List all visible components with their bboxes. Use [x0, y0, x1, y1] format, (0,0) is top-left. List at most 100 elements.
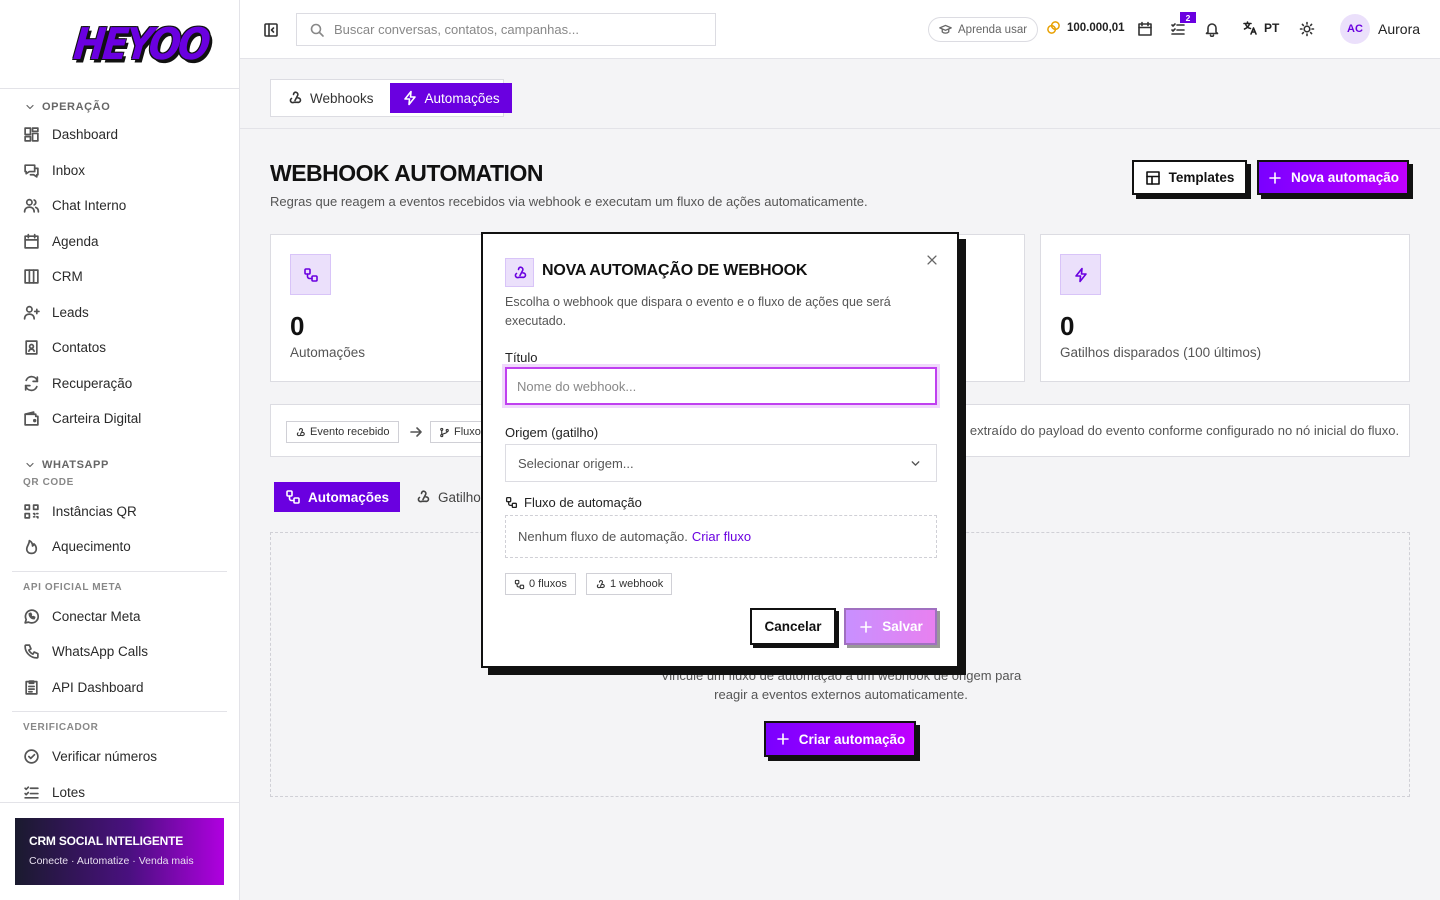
search-box[interactable] [296, 13, 716, 46]
translate-icon [1243, 21, 1257, 35]
tasks-badge: 2 [1180, 12, 1196, 23]
save-button[interactable]: Salvar [844, 608, 937, 645]
create-automation-label: Criar automação [798, 731, 906, 747]
sidebar-item-instancias-qr[interactable]: Instâncias QR [12, 494, 227, 530]
sidebar-item-lotes[interactable]: Lotes [12, 775, 227, 804]
page-subtitle: Regras que reagem a eventos recebidos vi… [270, 194, 868, 209]
stat-icon-box [290, 254, 331, 295]
stat-value: 0 [1060, 311, 1075, 341]
templates-label: Templates [1168, 170, 1235, 185]
coins-balance[interactable]: 100.000,01 [1046, 20, 1125, 35]
origin-select[interactable]: Selecionar origem... [505, 444, 937, 482]
qr-code-icon [24, 504, 39, 519]
inner-tab-label: Automações [308, 489, 390, 505]
search-input[interactable] [334, 22, 694, 37]
sidebar-item-aquecimento[interactable]: Aquecimento [12, 529, 227, 565]
sidebar-item-contatos[interactable]: Contatos [12, 330, 227, 366]
sidebar-item-recuperacao[interactable]: Recuperação [12, 366, 227, 402]
avatar[interactable]: AC [1340, 14, 1370, 44]
graduation-cap-icon [939, 24, 952, 34]
chevron-down-icon [26, 462, 34, 467]
modal-close-button[interactable] [925, 253, 939, 267]
sidebar-item-api-dashboard[interactable]: API Dashboard [12, 670, 227, 706]
empty-line-2: reagir a eventos externos automaticament… [714, 687, 968, 702]
language-selector[interactable]: PT [1242, 20, 1279, 36]
empty-state-text: Vincule um fluxo de automação a um webho… [271, 666, 1411, 704]
tab-automacoes[interactable]: Automações [389, 83, 512, 113]
coins-icon [1047, 21, 1060, 34]
sidebar-item-dashboard[interactable]: Dashboard [12, 117, 227, 153]
create-flow-link[interactable]: Criar fluxo [692, 529, 751, 544]
sidebar-item-chat-interno[interactable]: Chat Interno [12, 188, 227, 224]
section-operacao[interactable]: OPERAÇÃO [12, 93, 227, 117]
sidebar-item-label: Contatos [52, 340, 107, 356]
inner-tab-automacoes[interactable]: Automações [274, 482, 401, 512]
sidebar-item-verificar-numeros[interactable]: Verificar números [12, 739, 227, 775]
theme-toggle-button[interactable] [1299, 21, 1315, 37]
phone-icon [24, 644, 39, 659]
sidebar-item-leads[interactable]: Leads [12, 295, 227, 331]
create-automation-button[interactable]: Criar automação [764, 721, 916, 757]
sidebar-item-label: Aquecimento [52, 539, 131, 555]
arrow-right-icon [410, 427, 422, 437]
subsection-meta: API OFICIAL META [23, 581, 123, 593]
notifications-button[interactable] [1204, 21, 1220, 37]
promo-subtitle: Conecte · Automatize · Venda mais [29, 855, 194, 867]
panel-left-icon [264, 23, 278, 37]
chip-flows-count: 0 fluxos [505, 573, 576, 595]
calendar-button[interactable] [1137, 21, 1153, 37]
sidebar-item-whatsapp-calls[interactable]: WhatsApp Calls [12, 634, 227, 670]
sidebar-item-label: Lotes [52, 784, 86, 800]
tasks-button[interactable] [1170, 21, 1186, 37]
sun-icon [1299, 21, 1315, 37]
empty-line-1: Vincule um fluxo de automação a um webho… [660, 668, 1022, 683]
learn-button[interactable]: Aprenda usar [928, 17, 1039, 42]
calendar-icon [24, 233, 39, 249]
search-icon [310, 23, 324, 37]
tab-webhooks[interactable]: Webhooks [275, 83, 386, 113]
sidebar-item-label: Dashboard [52, 127, 119, 143]
sidebar-item-label: WhatsApp Calls [52, 644, 149, 660]
sidebar-item-label: Carteira Digital [52, 411, 142, 427]
divider [12, 711, 227, 712]
tabs-container: Webhooks Automações [270, 79, 512, 117]
section-label: WHATSAPP [42, 458, 109, 471]
sidebar-item-agenda[interactable]: Agenda [12, 224, 227, 260]
flow-field-label: Fluxo de automação [505, 495, 642, 510]
sidebar-item-label: Agenda [52, 233, 99, 249]
sidebar-item-inbox[interactable]: Inbox [12, 153, 227, 189]
sidebar-item-label: Inbox [52, 162, 86, 178]
stat-icon-box [1060, 254, 1101, 295]
sidebar-item-label: Instâncias QR [52, 503, 137, 519]
user-name[interactable]: Aurora [1378, 21, 1420, 37]
sidebar-item-conectar-meta[interactable]: Conectar Meta [12, 599, 227, 635]
section-whatsapp[interactable]: WHATSAPP [12, 451, 227, 475]
sidebar-item-crm[interactable]: CRM [12, 259, 227, 295]
workflow-icon [303, 267, 318, 282]
clipboard-icon [25, 680, 38, 695]
plus-icon [776, 733, 789, 745]
sidebar-toggle-button[interactable] [263, 22, 279, 38]
sidebar-item-carteira[interactable]: Carteira Digital [12, 401, 227, 437]
lightning-icon [403, 90, 416, 106]
chip-label: Fluxo [454, 426, 481, 438]
promo-banner[interactable]: CRM SOCIAL INTELIGENTE Conecte · Automat… [15, 818, 224, 885]
webhook-icon [596, 579, 605, 588]
webhook-icon [289, 91, 302, 104]
logo-area: HEYOO [0, 0, 239, 89]
contact-book-icon [25, 340, 38, 355]
tab-label: Webhooks [310, 90, 374, 106]
columns-icon [24, 269, 39, 284]
brand-logo[interactable]: HEYOO [71, 19, 210, 70]
new-automation-button[interactable]: Nova automação [1257, 160, 1409, 195]
divider [12, 570, 227, 572]
refresh-icon [24, 375, 39, 391]
templates-button[interactable]: Templates [1132, 160, 1247, 195]
plus-icon [1269, 171, 1281, 184]
title-input[interactable] [505, 367, 937, 405]
cancel-button[interactable]: Cancelar [750, 608, 836, 645]
divider [0, 802, 239, 803]
new-automation-label: Nova automação [1290, 170, 1400, 185]
origin-field-label: Origem (gatilho) [505, 425, 599, 440]
inner-tabs: Automações Gatilhos [270, 478, 503, 516]
